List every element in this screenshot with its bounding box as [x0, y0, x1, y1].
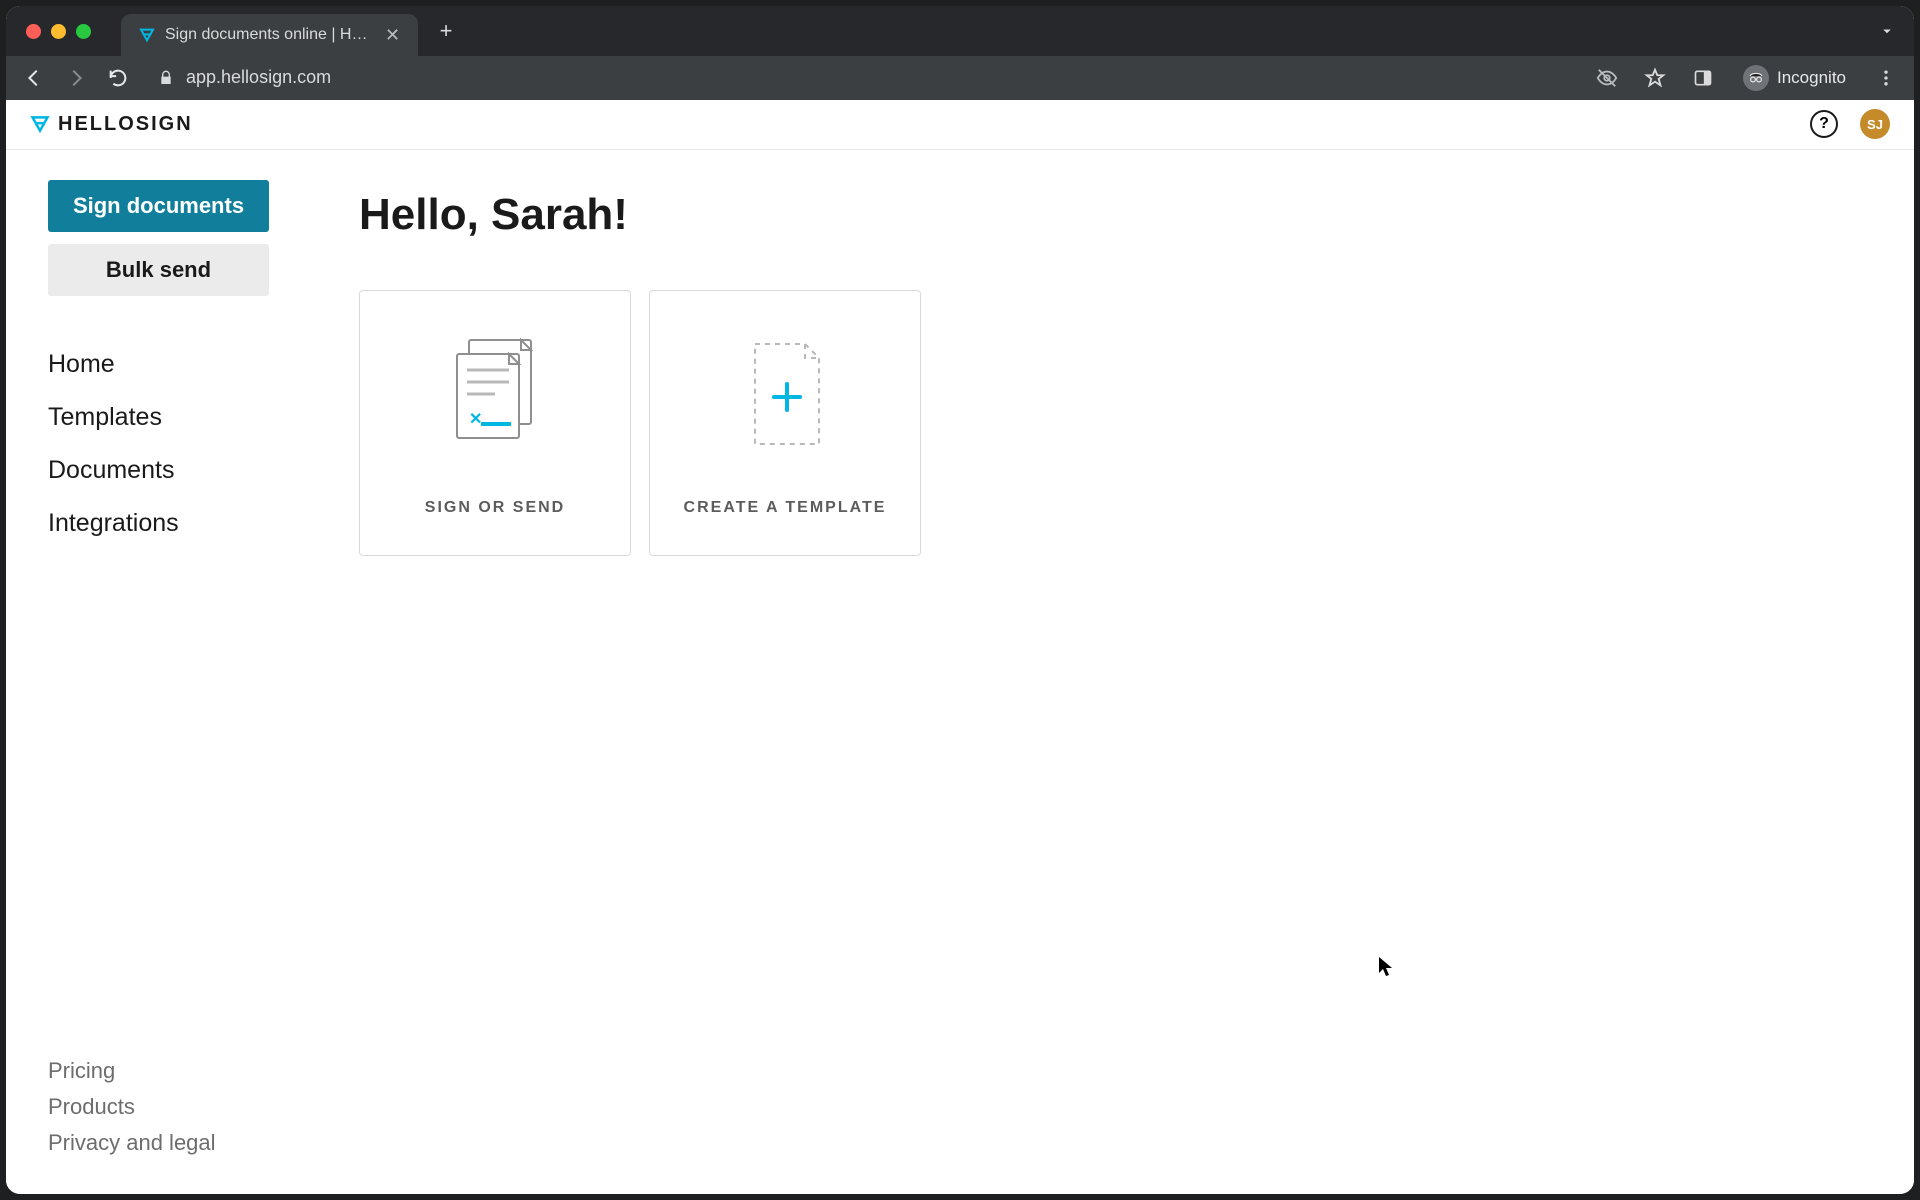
main-content: Hello, Sarah! ✕: [311, 150, 1914, 1194]
logo-mark-icon: [30, 114, 50, 134]
reload-button[interactable]: [106, 66, 130, 90]
sidebar-nav: Home Templates Documents Integrations: [48, 350, 269, 538]
browser-window: Sign documents online | HelloS ✕ + app.h…: [6, 6, 1914, 1194]
browser-tab[interactable]: Sign documents online | HelloS ✕: [121, 14, 418, 56]
panel-icon[interactable]: [1691, 66, 1715, 90]
new-document-icon: [730, 329, 840, 459]
url-bar: app.hellosign.com Incognito: [6, 56, 1914, 100]
back-button[interactable]: [22, 66, 46, 90]
sidebar-item-templates[interactable]: Templates: [48, 403, 269, 432]
url-text: app.hellosign.com: [186, 67, 331, 88]
action-cards: ✕ SIGN OR SEND: [359, 290, 1866, 556]
sign-or-send-card[interactable]: ✕ SIGN OR SEND: [359, 290, 631, 556]
sidebar-footer-links: Pricing Products Privacy and legal: [48, 538, 269, 1164]
window-controls: [26, 24, 91, 39]
create-template-card[interactable]: CREATE A TEMPLATE: [649, 290, 921, 556]
sidebar-item-home[interactable]: Home: [48, 350, 269, 379]
app-body: Sign documents Bulk send Home Templates …: [6, 150, 1914, 1194]
incognito-icon: [1743, 65, 1769, 91]
titlebar-dropdown-icon[interactable]: [1878, 22, 1896, 40]
tab-title: Sign documents online | HelloS: [165, 26, 375, 44]
sidebar-item-documents[interactable]: Documents: [48, 456, 269, 485]
tracking-icon[interactable]: [1595, 66, 1619, 90]
tab-strip: Sign documents online | HelloS ✕ +: [121, 6, 460, 56]
user-avatar[interactable]: SJ: [1860, 109, 1890, 139]
sidebar: Sign documents Bulk send Home Templates …: [6, 150, 311, 1194]
sidebar-item-integrations[interactable]: Integrations: [48, 509, 269, 538]
help-button[interactable]: ?: [1810, 110, 1838, 138]
footer-link-privacy[interactable]: Privacy and legal: [48, 1130, 269, 1156]
card-label: SIGN OR SEND: [425, 499, 565, 517]
svg-text:✕: ✕: [469, 411, 482, 428]
bookmark-star-icon[interactable]: [1643, 66, 1667, 90]
incognito-indicator[interactable]: Incognito: [1743, 65, 1846, 91]
browser-menu-button[interactable]: [1874, 66, 1898, 90]
new-tab-button[interactable]: +: [432, 17, 460, 45]
maximize-window-button[interactable]: [76, 24, 91, 39]
greeting: Hello, Sarah!: [359, 190, 1866, 240]
logo-text: HELLOSIGN: [58, 113, 193, 136]
card-label: CREATE A TEMPLATE: [684, 499, 887, 517]
address-bar[interactable]: app.hellosign.com: [158, 67, 331, 88]
titlebar: Sign documents online | HelloS ✕ +: [6, 6, 1914, 56]
hellosign-favicon-icon: [139, 27, 155, 43]
lock-icon: [158, 70, 174, 86]
sign-documents-button[interactable]: Sign documents: [48, 180, 269, 232]
document-stack-icon: ✕: [440, 329, 550, 459]
footer-link-products[interactable]: Products: [48, 1094, 269, 1120]
app-header: HELLOSIGN ? SJ: [6, 100, 1914, 150]
close-window-button[interactable]: [26, 24, 41, 39]
bulk-send-button[interactable]: Bulk send: [48, 244, 269, 296]
footer-link-pricing[interactable]: Pricing: [48, 1058, 269, 1084]
incognito-label: Incognito: [1777, 68, 1846, 88]
minimize-window-button[interactable]: [51, 24, 66, 39]
help-icon: ?: [1819, 115, 1829, 133]
forward-button[interactable]: [64, 66, 88, 90]
logo[interactable]: HELLOSIGN: [30, 113, 193, 136]
tab-close-icon[interactable]: ✕: [385, 25, 400, 46]
